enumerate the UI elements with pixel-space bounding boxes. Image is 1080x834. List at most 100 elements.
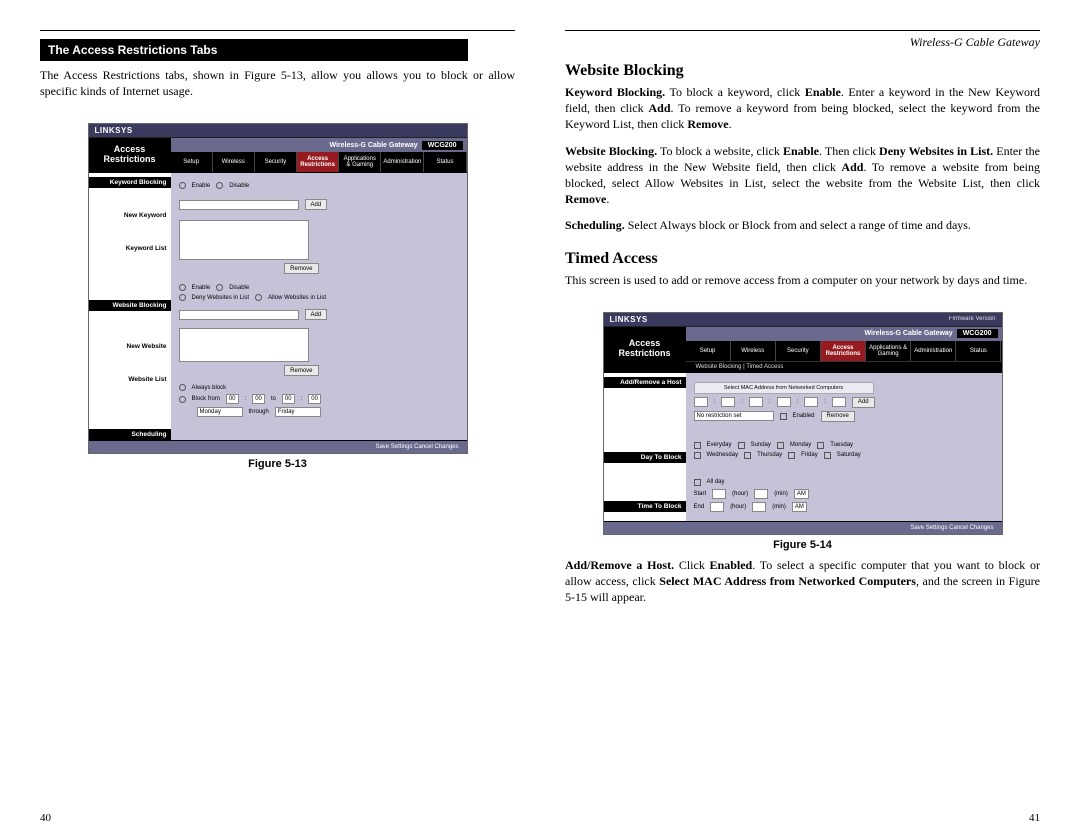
- tab-status[interactable]: Status: [424, 152, 466, 172]
- figure-caption-14: Figure 5-14: [773, 539, 832, 551]
- lbl-thursday: Thursday: [757, 452, 782, 458]
- mac-3[interactable]: [749, 397, 763, 407]
- tab-administration[interactable]: Administration: [381, 152, 424, 172]
- tab-setup[interactable]: Setup: [171, 152, 213, 172]
- figure-5-13: LINKSYS Access Restrictions Wireless-G C…: [40, 123, 515, 470]
- radio-enable[interactable]: [179, 182, 186, 189]
- intro-paragraph: The Access Restrictions tabs, shown in F…: [40, 67, 515, 99]
- select-mac-msg[interactable]: Select MAC Address from Networked Comput…: [694, 382, 874, 394]
- mac-1[interactable]: [694, 397, 708, 407]
- chk-monday[interactable]: [777, 442, 784, 449]
- lbl-sunday: Sunday: [751, 442, 771, 448]
- label-keyword-list: Keyword List: [89, 243, 171, 254]
- tab-security[interactable]: Security: [255, 152, 297, 172]
- add-host-button[interactable]: Add: [852, 397, 875, 408]
- ss-footer[interactable]: Save Settings Cancel Changes: [89, 440, 467, 453]
- hour-from[interactable]: 00: [226, 394, 239, 404]
- figure-5-14: LINKSYS Firmware Version Access Restrict…: [565, 312, 1040, 551]
- chk-everyday[interactable]: [694, 442, 701, 449]
- radio-disable[interactable]: [216, 182, 223, 189]
- tab14-administration[interactable]: Administration: [911, 341, 956, 361]
- ss14-subtabs[interactable]: Website Blocking | Timed Access: [686, 361, 1002, 372]
- start-label: Start: [694, 491, 707, 497]
- website-list-box[interactable]: [179, 328, 309, 362]
- new-website-input[interactable]: [179, 310, 299, 320]
- min-from[interactable]: 00: [252, 394, 265, 404]
- end-ampm[interactable]: AM: [792, 502, 807, 512]
- day-from-select[interactable]: Monday: [197, 407, 243, 417]
- chk-allday[interactable]: [694, 479, 701, 486]
- mac-4[interactable]: [777, 397, 791, 407]
- radio-allow-label: Allow Websites in List: [268, 295, 326, 301]
- mac-2[interactable]: [721, 397, 735, 407]
- para-keyword-blocking: Keyword Blocking. To block a keyword, cl…: [565, 84, 1040, 133]
- day-to-select[interactable]: Friday: [275, 407, 321, 417]
- remove-keyword-button[interactable]: Remove: [284, 263, 318, 274]
- page-right: Wireless-G Cable Gateway Website Blockin…: [565, 30, 1040, 824]
- ss14-topbar: LINKSYS Firmware Version: [604, 313, 1002, 327]
- radio-deny-label: Deny Websites in List: [192, 295, 250, 301]
- lbl-everyday: Everyday: [707, 442, 732, 448]
- radio-wb-disable[interactable]: [216, 284, 223, 291]
- restriction-select[interactable]: No restriction set: [694, 411, 774, 421]
- tab14-security[interactable]: Security: [776, 341, 821, 361]
- mac-5[interactable]: [804, 397, 818, 407]
- chk-tuesday[interactable]: [817, 442, 824, 449]
- ss14-side-labels: Add/Remove a Host Day To Block Time To B…: [604, 373, 686, 521]
- radio-allow[interactable]: [255, 294, 262, 301]
- ss-main-panel: Enable Disable Add Remove Enable: [171, 173, 467, 440]
- label-day-to-block: Day To Block: [604, 452, 686, 463]
- start-ampm[interactable]: AM: [794, 489, 809, 499]
- tab14-apps-gaming[interactable]: Applications & Gaming: [866, 341, 911, 361]
- lbl-tuesday: Tuesday: [830, 442, 853, 448]
- ss-side-labels: Keyword Blocking New Keyword Keyword Lis…: [89, 173, 171, 440]
- start-hour[interactable]: [712, 489, 726, 499]
- radio-wb-enable[interactable]: [179, 284, 186, 291]
- lbl-min1: (min): [774, 491, 788, 497]
- new-keyword-input[interactable]: [179, 200, 299, 210]
- tab14-access-restrictions[interactable]: Access Restrictions: [821, 341, 866, 361]
- ss-topbar: LINKSYS: [89, 124, 467, 138]
- add-website-button[interactable]: Add: [305, 309, 328, 320]
- tab-access-restrictions[interactable]: Access Restrictions: [297, 152, 339, 172]
- ss-product-row: Wireless-G Cable Gateway WCG200: [171, 138, 467, 152]
- label-keyword-blocking: Keyword Blocking: [89, 177, 171, 188]
- tab-apps-gaming[interactable]: Applications & Gaming: [339, 152, 381, 172]
- ss-main-tabs[interactable]: Setup Wireless Security Access Restricti…: [171, 152, 467, 172]
- page-number-right: 41: [1029, 812, 1040, 824]
- screenshot-timed-access: LINKSYS Firmware Version Access Restrict…: [603, 312, 1003, 535]
- start-min[interactable]: [754, 489, 768, 499]
- mac-6[interactable]: [832, 397, 846, 407]
- keyword-list-box[interactable]: [179, 220, 309, 260]
- tab-wireless[interactable]: Wireless: [213, 152, 255, 172]
- ss14-main-tabs[interactable]: Setup Wireless Security Access Restricti…: [686, 341, 1002, 361]
- brand-logo-text-14: LINKSYS: [610, 315, 648, 324]
- radio-deny[interactable]: [179, 294, 186, 301]
- ss14-footer[interactable]: Save Settings Cancel Changes: [604, 521, 1002, 534]
- remove-website-button[interactable]: Remove: [284, 365, 318, 376]
- add-keyword-button[interactable]: Add: [305, 199, 328, 210]
- min-to[interactable]: 00: [308, 394, 321, 404]
- chk-wednesday[interactable]: [694, 452, 701, 459]
- tab14-status[interactable]: Status: [956, 341, 1001, 361]
- page-left: The Access Restrictions Tabs The Access …: [40, 30, 515, 824]
- end-min[interactable]: [752, 502, 766, 512]
- lbl-min2: (min): [772, 504, 786, 510]
- chk-saturday[interactable]: [824, 452, 831, 459]
- radio-wb-disable-label: Disable: [229, 285, 249, 291]
- radio-block-from[interactable]: [179, 396, 186, 403]
- radio-blockfrom-label: Block from: [192, 396, 220, 402]
- tab14-wireless[interactable]: Wireless: [731, 341, 776, 361]
- chk-sunday[interactable]: [738, 442, 745, 449]
- tab14-setup[interactable]: Setup: [686, 341, 731, 361]
- radio-enable-label: Enable: [192, 183, 211, 189]
- ss-page-title: Access Restrictions: [89, 138, 171, 172]
- chk-friday[interactable]: [788, 452, 795, 459]
- end-hour[interactable]: [710, 502, 724, 512]
- lbl-allday: All day: [707, 479, 725, 485]
- chk-thursday[interactable]: [744, 452, 751, 459]
- hour-to[interactable]: 00: [282, 394, 295, 404]
- enabled-checkbox[interactable]: [780, 413, 787, 420]
- remove-host-button[interactable]: Remove: [821, 411, 855, 422]
- radio-always-block[interactable]: [179, 384, 186, 391]
